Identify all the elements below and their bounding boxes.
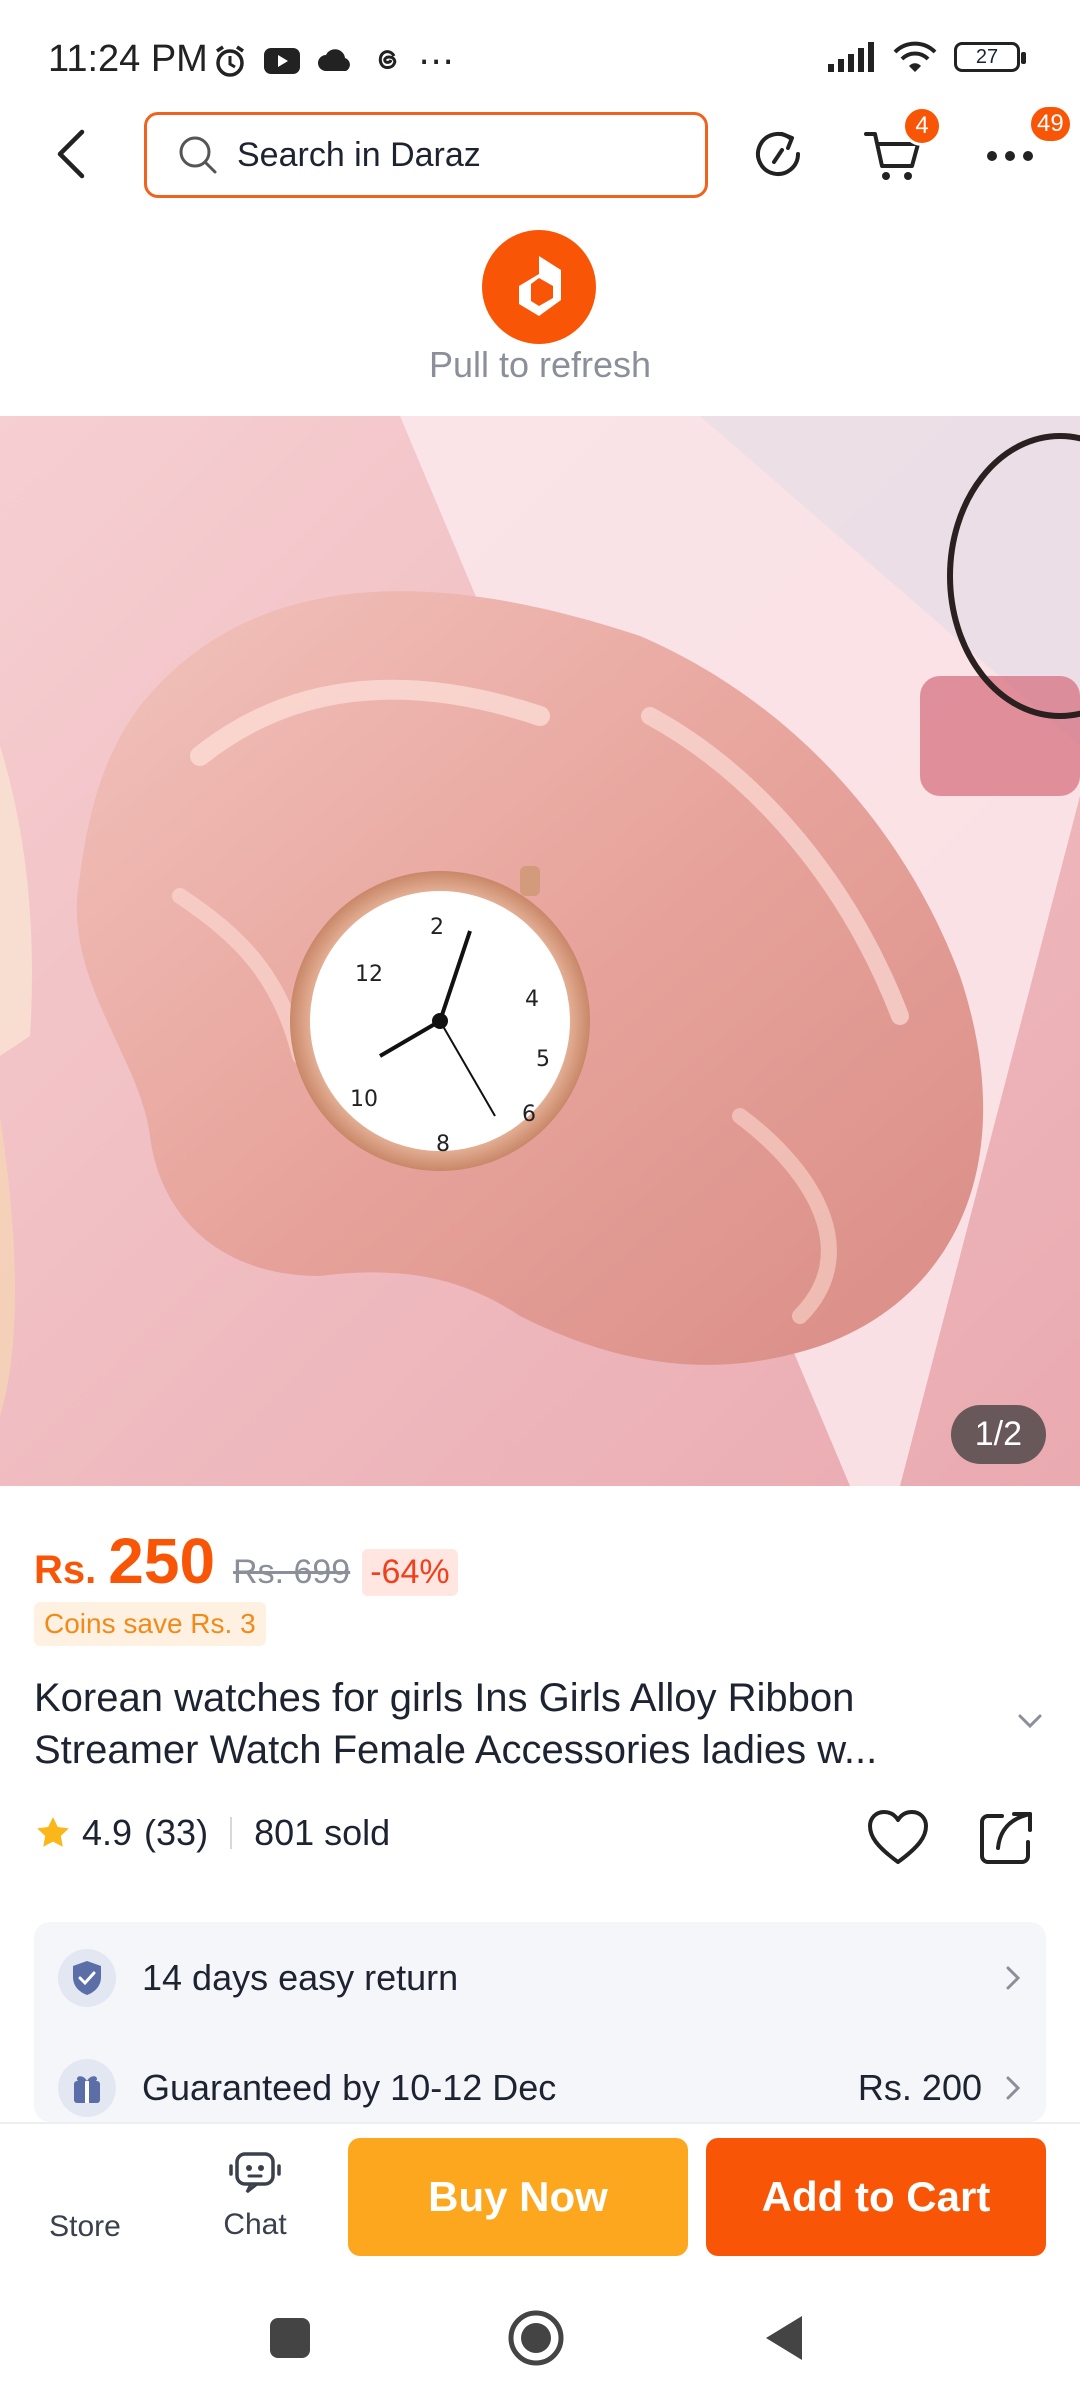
pull-to-refresh: Pull to refresh bbox=[0, 220, 1080, 416]
price-currency: Rs. bbox=[34, 1548, 97, 1592]
top-header: Search in Daraz 4 49 bbox=[0, 104, 1080, 210]
svg-text:6: 6 bbox=[522, 1102, 536, 1127]
pull-to-refresh-label: Pull to refresh bbox=[428, 344, 652, 385]
threads-icon bbox=[378, 50, 397, 69]
battery-icon: 27 bbox=[954, 42, 1026, 72]
refresh-history-icon bbox=[756, 132, 800, 176]
history-button[interactable] bbox=[748, 124, 812, 188]
discount-badge: -64% bbox=[362, 1549, 458, 1596]
service-info-box: 14 days easy return Guaranteed by 10-12 … bbox=[34, 1922, 1046, 2122]
coins-badge: Coins save Rs. 3 bbox=[34, 1602, 266, 1646]
product-image-gallery[interactable]: 2 12 4 5 6 8 10 1/2 bbox=[0, 416, 1080, 1486]
gift-icon bbox=[58, 2059, 116, 2117]
system-nav-bar bbox=[0, 2272, 1080, 2400]
daraz-logo-icon bbox=[482, 230, 596, 344]
price-row: Rs. 250 Rs. 699 -64% bbox=[34, 1524, 458, 1598]
cart-button[interactable]: 4 bbox=[862, 106, 942, 188]
svg-text:2: 2 bbox=[430, 915, 444, 940]
chevron-right-icon bbox=[1006, 1966, 1021, 1990]
bottom-action-bar: Store Chat Buy Now Add to Cart bbox=[0, 2122, 1080, 2272]
battery-level: 27 bbox=[975, 45, 999, 68]
chevron-right-icon bbox=[1006, 2076, 1021, 2100]
service-return[interactable]: 14 days easy return bbox=[58, 1948, 1022, 2008]
signal-icon bbox=[828, 42, 874, 72]
sold-count: 801 sold bbox=[254, 1812, 391, 1853]
wishlist-button[interactable] bbox=[866, 1808, 930, 1873]
wifi-icon bbox=[893, 41, 937, 72]
rating-value: 4.9 bbox=[82, 1812, 133, 1853]
nav-back-button[interactable] bbox=[752, 2306, 816, 2370]
status-time: 11:24 PM bbox=[48, 38, 208, 80]
svg-text:12: 12 bbox=[355, 962, 383, 987]
shield-check-icon bbox=[58, 1949, 116, 2007]
status-notification-icons: ⋯ bbox=[212, 40, 454, 82]
product-photo: 2 12 4 5 6 8 10 bbox=[0, 416, 1080, 1486]
search-icon bbox=[179, 136, 217, 174]
original-price: Rs. 699 bbox=[233, 1553, 351, 1591]
chevron-down-icon bbox=[1018, 1714, 1042, 1729]
chat-label: Chat bbox=[223, 2208, 287, 2241]
square-icon bbox=[270, 2318, 310, 2358]
service-label: 14 days easy return bbox=[142, 1957, 459, 1998]
youtube-icon bbox=[264, 48, 300, 74]
store-label: Store bbox=[49, 2210, 121, 2243]
product-title[interactable]: Korean watches for girls Ins Girls Alloy… bbox=[34, 1672, 994, 1776]
share-icon bbox=[980, 1812, 1032, 1864]
search-placeholder: Search in Daraz bbox=[237, 135, 481, 174]
svg-text:10: 10 bbox=[350, 1087, 378, 1112]
more-badge: 49 bbox=[1028, 104, 1073, 144]
status-system-icons: 27 bbox=[826, 40, 1026, 74]
chat-button[interactable]: Chat bbox=[200, 2138, 310, 2242]
store-icon bbox=[30, 2138, 140, 2210]
chevron-left-icon bbox=[57, 129, 85, 179]
current-price: 250 bbox=[108, 1525, 216, 1597]
more-notifications-icon: ⋯ bbox=[418, 40, 454, 81]
status-bar: 11:24 PM ⋯ 27 bbox=[0, 0, 1080, 120]
chat-bot-icon bbox=[229, 2152, 281, 2194]
recent-apps-button[interactable] bbox=[258, 2306, 322, 2370]
buy-now-button[interactable]: Buy Now bbox=[348, 2138, 688, 2256]
svg-text:8: 8 bbox=[436, 1132, 450, 1157]
service-delivery[interactable]: Guaranteed by 10-12 Dec Rs. 200 bbox=[58, 2058, 1022, 2118]
svg-text:4: 4 bbox=[525, 987, 539, 1012]
home-circle-icon bbox=[508, 2310, 564, 2366]
more-dots-icon bbox=[987, 151, 1033, 161]
alarm-icon bbox=[216, 45, 244, 77]
share-button[interactable] bbox=[976, 1808, 1036, 1873]
service-label: Guaranteed by 10-12 Dec bbox=[142, 2067, 557, 2108]
service-value: Rs. 200 bbox=[857, 2067, 982, 2108]
review-count: (33) bbox=[144, 1812, 209, 1853]
home-button[interactable] bbox=[504, 2306, 568, 2370]
expand-title-button[interactable] bbox=[1016, 1712, 1044, 1735]
search-input[interactable]: Search in Daraz bbox=[144, 112, 708, 198]
add-to-cart-button[interactable]: Add to Cart bbox=[706, 2138, 1046, 2256]
cart-badge: 4 bbox=[902, 106, 942, 146]
divider bbox=[230, 1817, 233, 1849]
image-counter: 1/2 bbox=[950, 1405, 1046, 1464]
more-menu-button[interactable]: 49 bbox=[978, 104, 1073, 188]
heart-icon bbox=[868, 1810, 928, 1864]
rating-row[interactable]: 4.9 (33) 801 sold bbox=[34, 1812, 390, 1854]
store-button[interactable]: Store bbox=[30, 2138, 140, 2244]
svg-text:5: 5 bbox=[536, 1047, 550, 1072]
triangle-back-icon bbox=[766, 2316, 802, 2360]
cloud-icon bbox=[318, 49, 350, 71]
star-icon bbox=[37, 1817, 69, 1847]
back-button[interactable] bbox=[40, 122, 104, 186]
